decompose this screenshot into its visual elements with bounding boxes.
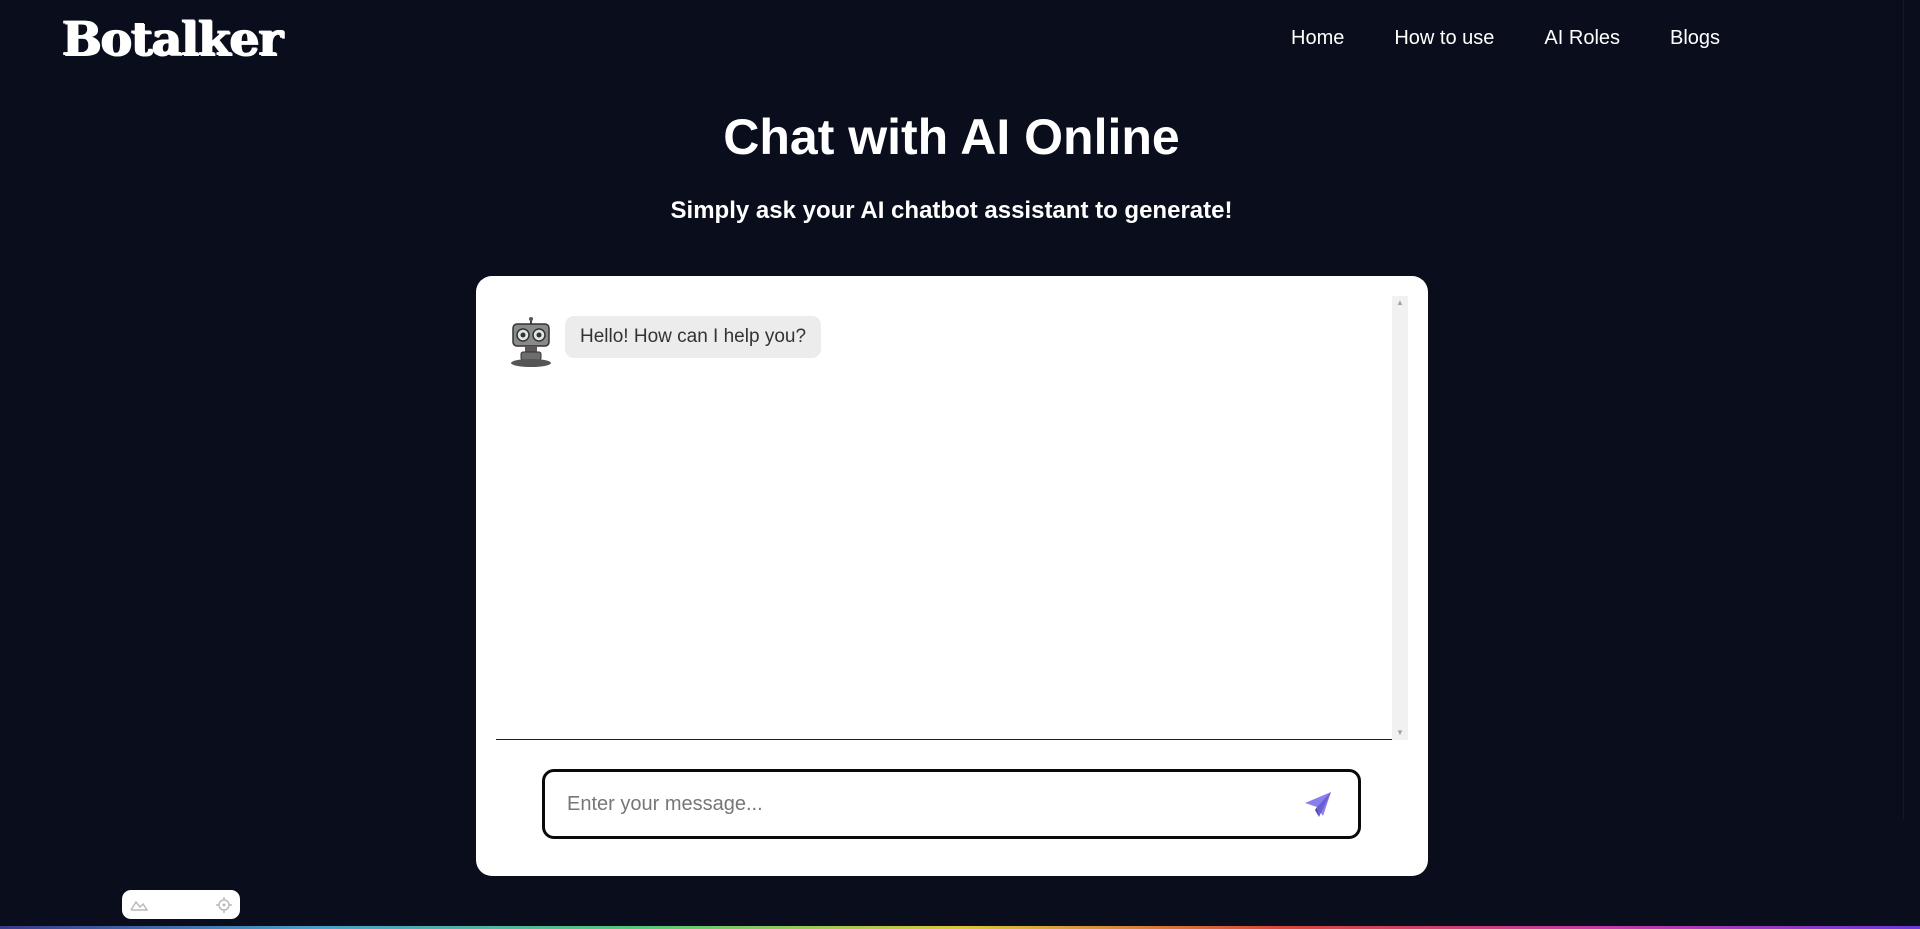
scroll-up-icon[interactable]: ▲ [1392,296,1408,310]
send-button[interactable] [1300,786,1336,822]
chat-scrollbar[interactable]: ▲ ▼ [1392,296,1408,740]
message-bubble: Hello! How can I help you? [565,316,822,358]
nav-how-to-use[interactable]: How to use [1394,27,1494,50]
message-input-box [542,769,1361,839]
mountain-icon [130,900,148,911]
message-input[interactable] [567,792,1300,816]
robot-icon [511,317,551,367]
page-scrollbar[interactable] [1903,0,1920,820]
paper-plane-icon [1305,792,1331,817]
target-icon[interactable] [216,896,232,913]
top-nav: Home How to use AI Roles Blogs [1291,27,1770,50]
page-subtitle: Simply ask your AI chatbot assistant to … [670,197,1233,224]
chat-card: Hello! How can I help you? ▲ ▼ [476,276,1428,876]
nav-blogs[interactable]: Blogs [1670,27,1720,50]
nav-ai-roles[interactable]: AI Roles [1544,27,1620,50]
site-logo[interactable]: Botalker [62,12,283,67]
bot-message: Hello! How can I help you? [509,316,822,368]
page-title: Chat with AI Online [723,109,1180,165]
floating-widget[interactable] [122,890,240,919]
chat-messages[interactable]: Hello! How can I help you? ▲ ▼ [496,296,1408,740]
nav-home[interactable]: Home [1291,27,1344,50]
scroll-down-icon[interactable]: ▼ [1392,726,1408,740]
